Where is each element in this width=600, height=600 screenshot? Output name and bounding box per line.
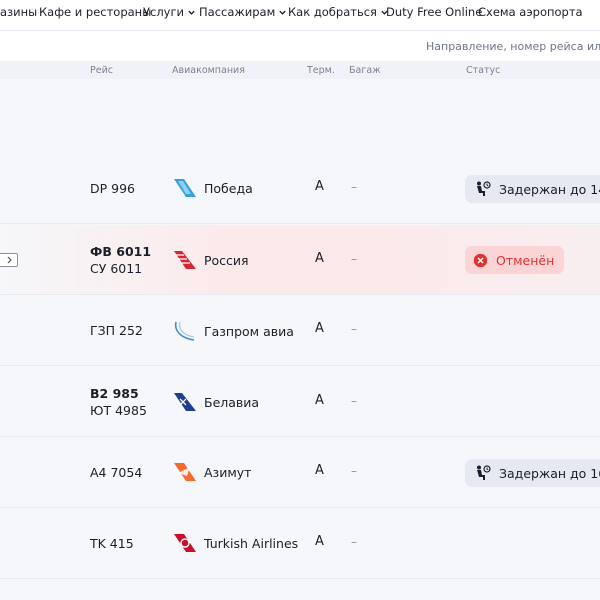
waiting-person-icon bbox=[477, 181, 491, 196]
airline-name: Азимут bbox=[204, 464, 252, 480]
table-row[interactable]: A4 7054 Азимут A – Задержан до 16:3 bbox=[0, 438, 600, 508]
table-row[interactable]: DP 996 Победа A – Задержан до 14:2 bbox=[0, 154, 600, 224]
nav-item-label: Кафе и рестораны bbox=[39, 5, 152, 19]
baggage: – bbox=[351, 180, 357, 194]
baggage: – bbox=[351, 464, 357, 478]
nav-item-airport-map[interactable]: Схема аэропорта bbox=[478, 5, 583, 19]
airline-cell: Азимут bbox=[172, 461, 251, 483]
airline-cell: Победа bbox=[172, 177, 253, 199]
nav-item-shops[interactable]: азины bbox=[0, 5, 37, 19]
airline-name: Белавиа bbox=[204, 394, 260, 410]
flight-number: B2 985 bbox=[90, 386, 139, 401]
flight-numbers: ФВ 6011 СУ 6011 bbox=[90, 243, 151, 277]
column-header-baggage: Багаж bbox=[349, 65, 381, 76]
airline-cell: Россия bbox=[172, 249, 249, 271]
search-input[interactable] bbox=[0, 31, 600, 61]
column-header-terminal: Терм. bbox=[307, 65, 335, 76]
flight-number-codeshare: ЮТ 4985 bbox=[90, 403, 147, 418]
nav-item-cafes-restaurants[interactable]: Кафе и рестораны bbox=[39, 5, 151, 19]
status-badge-delayed: Задержан до 16:3 bbox=[465, 459, 600, 487]
column-header-airline: Авиакомпания bbox=[172, 65, 245, 76]
nav-item-label: Как добраться bbox=[288, 5, 377, 19]
search-bar bbox=[0, 31, 600, 61]
status-badge-delayed: Задержан до 14:2 bbox=[465, 175, 600, 203]
flight-number: ФВ 6011 bbox=[90, 244, 152, 259]
table-row[interactable]: ФВ 6011 СУ 6011 Россия A – Отменён bbox=[0, 225, 600, 295]
nav-item-how-to-get[interactable]: Как добраться bbox=[288, 5, 389, 19]
cancel-circle-icon bbox=[473, 253, 488, 267]
turkish-airlines-logo-icon bbox=[174, 534, 196, 552]
flights-table: DP 996 Победа A – Задержан до 14:2 ФВ 60 bbox=[0, 79, 600, 600]
column-header-flight: Рейс bbox=[90, 65, 113, 76]
airline-name: Turkish Airlines bbox=[204, 535, 299, 551]
chevron-down-icon bbox=[188, 10, 195, 15]
nav-item-label: азины bbox=[0, 5, 38, 19]
airline-cell: Белавиа bbox=[172, 391, 259, 413]
airline-cell: Газпром авиа bbox=[172, 320, 294, 342]
status-badge-cancelled: Отменён bbox=[465, 246, 565, 274]
azimut-logo-icon bbox=[174, 463, 196, 481]
chevron-right-icon bbox=[7, 256, 12, 263]
table-row[interactable]: TK 415 Turkish Airlines A – bbox=[0, 509, 600, 579]
flight-number: DP 996 bbox=[90, 181, 135, 196]
nav-item-label: Duty Free Online bbox=[386, 5, 483, 19]
flight-number: TK 415 bbox=[90, 536, 134, 551]
nav-item-label: Схема аэропорта bbox=[478, 5, 583, 19]
flight-numbers: B2 985 ЮТ 4985 bbox=[90, 385, 147, 419]
nav-item-label: Услуги bbox=[143, 5, 185, 19]
baggage: – bbox=[351, 394, 357, 408]
airline-name: Победа bbox=[204, 180, 253, 196]
chevron-down-icon bbox=[279, 10, 286, 15]
gazprom-avia-logo-icon bbox=[174, 321, 195, 341]
flight-number-codeshare: СУ 6011 bbox=[90, 261, 143, 276]
flight-number: ГЗП 252 bbox=[90, 323, 143, 338]
belavia-logo-icon bbox=[174, 393, 196, 411]
nav-item-label: Пассажирам bbox=[199, 5, 276, 19]
airline-name: Россия bbox=[204, 252, 249, 268]
status-text: Задержан до 16:3 bbox=[499, 465, 600, 481]
top-navigation: азины Кафе и рестораны Услуги Пассажирам… bbox=[0, 0, 600, 26]
baggage: – bbox=[351, 535, 357, 549]
nav-item-services[interactable]: Услуги bbox=[143, 5, 196, 19]
terminal: A bbox=[315, 179, 324, 194]
status-text: Задержан до 14:2 bbox=[499, 181, 600, 197]
terminal: A bbox=[315, 534, 324, 549]
baggage: – bbox=[351, 252, 357, 266]
baggage: – bbox=[351, 322, 357, 336]
airline-cell: Turkish Airlines bbox=[172, 532, 298, 554]
table-row[interactable]: B2 985 ЮТ 4985 Белавиа A – bbox=[0, 367, 600, 437]
rossiya-logo-icon bbox=[174, 251, 196, 269]
status-text: Отменён bbox=[496, 252, 555, 268]
column-header-status: Статус bbox=[466, 65, 501, 76]
nav-item-duty-free[interactable]: Duty Free Online bbox=[386, 5, 482, 19]
flight-number: A4 7054 bbox=[90, 465, 143, 480]
table-header: Рейс Авиакомпания Терм. Багаж Статус bbox=[0, 61, 600, 79]
terminal: A bbox=[315, 251, 324, 266]
airline-name: Газпром авиа bbox=[204, 323, 294, 339]
pobeda-logo-icon bbox=[174, 179, 196, 197]
table-row[interactable]: ГЗП 252 Газпром авиа A – bbox=[0, 296, 600, 366]
codeshare-tag[interactable] bbox=[0, 253, 18, 267]
terminal: A bbox=[315, 321, 324, 336]
nav-item-passengers[interactable]: Пассажирам bbox=[199, 5, 287, 19]
waiting-person-icon bbox=[477, 465, 491, 480]
terminal: A bbox=[315, 393, 324, 408]
terminal: A bbox=[315, 463, 324, 478]
